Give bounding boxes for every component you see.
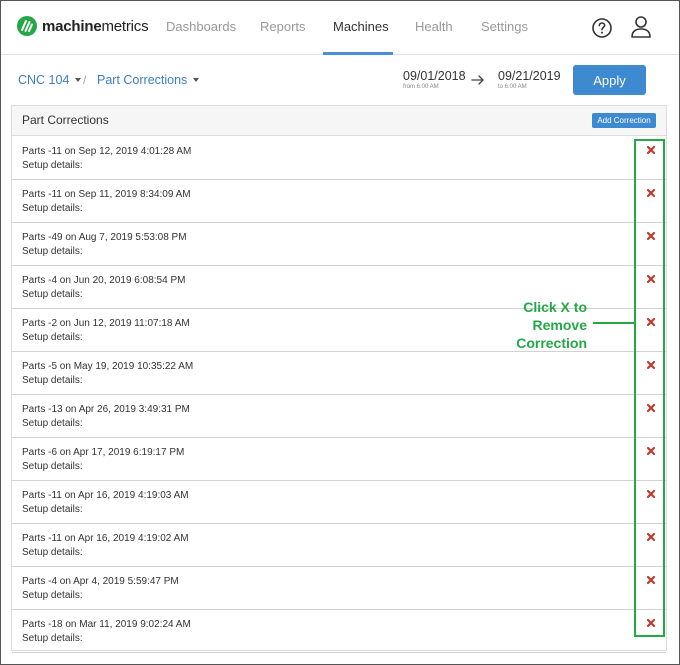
panel-header: Part Corrections Add Correction bbox=[12, 106, 666, 136]
correction-setup-details: Setup details: bbox=[22, 590, 83, 601]
correction-setup-details: Setup details: bbox=[22, 547, 83, 558]
correction-setup-details: Setup details: bbox=[22, 633, 83, 644]
chevron-down-icon bbox=[193, 77, 200, 82]
annotation-connector-line bbox=[593, 322, 634, 324]
active-tab-indicator bbox=[323, 52, 393, 55]
correction-title: Parts -18 on Mar 11, 2019 9:02:24 AM bbox=[22, 619, 191, 630]
nav-dashboards[interactable]: Dashboards bbox=[166, 19, 236, 34]
correction-setup-details: Setup details: bbox=[22, 160, 83, 171]
correction-setup-details: Setup details: bbox=[22, 246, 83, 257]
list-item: Parts -11 on Sep 11, 2019 8:34:09 AM Setu… bbox=[12, 180, 666, 223]
correction-title: Parts -49 on Aug 7, 2019 5:53:08 PM bbox=[22, 232, 187, 243]
nav-health[interactable]: Health bbox=[415, 19, 453, 34]
nav-settings[interactable]: Settings bbox=[481, 19, 528, 34]
end-date-time: to 6:00 AM bbox=[498, 84, 527, 90]
brand-logo[interactable]: machinemetrics bbox=[17, 16, 149, 36]
arrow-right-icon bbox=[471, 75, 484, 85]
correction-setup-details: Setup details: bbox=[22, 289, 83, 300]
annotation-highlight-box bbox=[634, 139, 665, 637]
section-selector[interactable]: Part Corrections bbox=[97, 73, 200, 87]
chevron-down-icon bbox=[75, 77, 82, 82]
list-item: Parts -5 on May 19, 2019 10:35:22 AM Setu… bbox=[12, 352, 666, 395]
correction-title: Parts -2 on Jun 12, 2019 11:07:18 AM bbox=[22, 318, 190, 329]
correction-title: Parts -13 on Apr 26, 2019 3:49:31 PM bbox=[22, 404, 190, 415]
brand-name: machinemetrics bbox=[42, 17, 149, 35]
end-date[interactable]: 09/21/2019 bbox=[498, 69, 561, 83]
add-correction-button[interactable]: Add Correction bbox=[592, 113, 656, 128]
corrections-list: Parts -11 on Sep 12, 2019 4:01:28 AM Setu… bbox=[12, 137, 666, 653]
list-item: Parts -18 on Mar 11, 2019 9:02:24 AM Setu… bbox=[12, 610, 666, 653]
panel-title: Part Corrections bbox=[22, 113, 109, 127]
correction-title: Parts -4 on Apr 4, 2019 5:59:47 PM bbox=[22, 576, 179, 587]
correction-title: Parts -11 on Apr 16, 2019 4:19:03 AM bbox=[22, 490, 189, 501]
part-corrections-panel: Part Corrections Add Correction Parts -1… bbox=[11, 105, 667, 653]
app-window: machinemetrics Dashboards Reports Machin… bbox=[0, 0, 680, 665]
correction-setup-details: Setup details: bbox=[22, 418, 83, 429]
correction-title: Parts -11 on Sep 12, 2019 4:01:28 AM bbox=[22, 146, 192, 157]
top-navbar: machinemetrics Dashboards Reports Machin… bbox=[1, 1, 679, 55]
help-circle-icon[interactable] bbox=[591, 17, 613, 39]
correction-setup-details: Setup details: bbox=[22, 461, 83, 472]
correction-title: Parts -5 on May 19, 2019 10:35:22 AM bbox=[22, 361, 194, 372]
correction-title: Parts -4 on Jun 20, 2019 6:08:54 PM bbox=[22, 275, 186, 286]
list-item: Parts -4 on Apr 4, 2019 5:59:47 PM Setup … bbox=[12, 567, 666, 610]
correction-setup-details: Setup details: bbox=[22, 375, 83, 386]
correction-title: Parts -11 on Sep 11, 2019 8:34:09 AM bbox=[22, 189, 191, 200]
start-date[interactable]: 09/01/2018 bbox=[403, 69, 466, 83]
nav-machines[interactable]: Machines bbox=[333, 19, 389, 34]
list-item: Parts -11 on Apr 16, 2019 4:19:02 AM Setu… bbox=[12, 524, 666, 567]
machinemetrics-logo-icon bbox=[17, 16, 37, 36]
correction-title: Parts -6 on Apr 17, 2019 6:19:17 PM bbox=[22, 447, 185, 458]
annotation-callout: Click X to Remove Correction bbox=[516, 299, 587, 351]
user-icon[interactable] bbox=[630, 15, 652, 39]
machine-selector[interactable]: CNC 104 bbox=[18, 73, 82, 87]
correction-setup-details: Setup details: bbox=[22, 203, 83, 214]
list-item: Parts -11 on Apr 16, 2019 4:19:03 AM Setu… bbox=[12, 481, 666, 524]
list-item: Parts -13 on Apr 26, 2019 3:49:31 PM Setu… bbox=[12, 395, 666, 438]
correction-setup-details: Setup details: bbox=[22, 332, 83, 343]
start-date-time: from 6:00 AM bbox=[403, 84, 439, 90]
correction-title: Parts -11 on Apr 16, 2019 4:19:02 AM bbox=[22, 533, 189, 544]
breadcrumb-separator: / bbox=[83, 73, 87, 87]
nav-reports[interactable]: Reports bbox=[260, 19, 306, 34]
correction-setup-details: Setup details: bbox=[22, 504, 83, 515]
list-item: Parts -11 on Sep 12, 2019 4:01:28 AM Setu… bbox=[12, 137, 666, 180]
list-item: Parts -6 on Apr 17, 2019 6:19:17 PM Setup… bbox=[12, 438, 666, 481]
apply-button[interactable]: Apply bbox=[573, 65, 646, 95]
list-item: Parts -49 on Aug 7, 2019 5:53:08 PM Setup… bbox=[12, 223, 666, 266]
